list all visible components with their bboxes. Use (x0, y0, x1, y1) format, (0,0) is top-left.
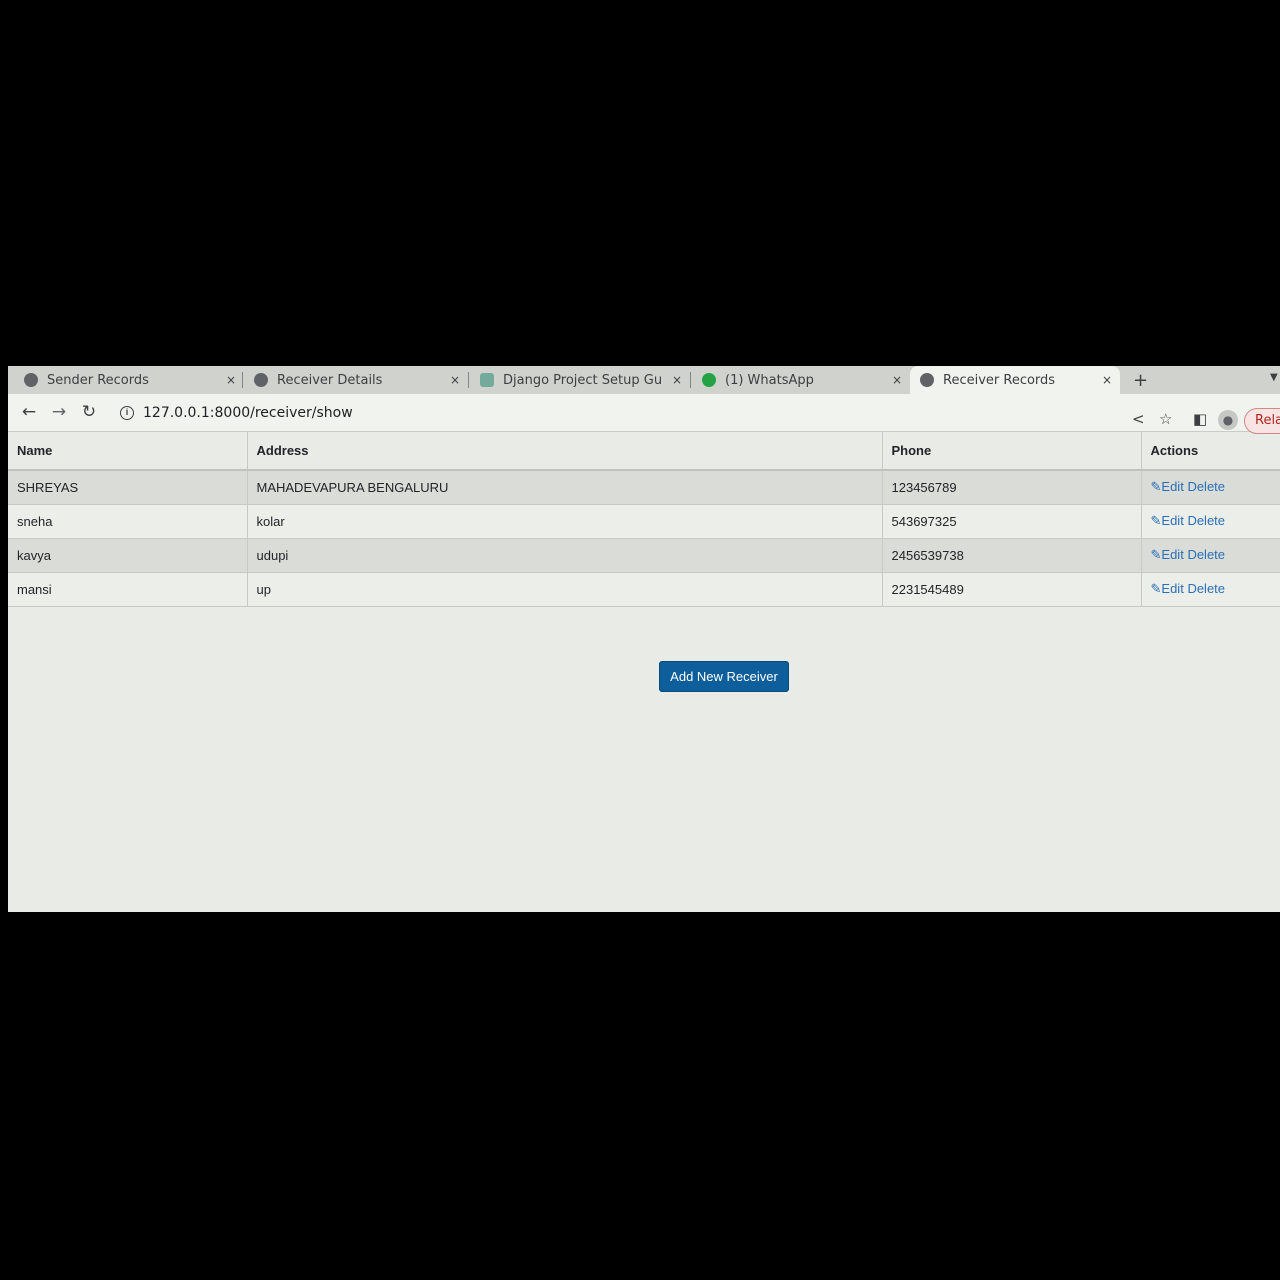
reload-icon[interactable]: ↻ (78, 402, 100, 422)
tab-title: Sender Records (47, 372, 149, 388)
tab-django-project-setup[interactable]: Django Project Setup Gu × (480, 366, 684, 394)
actions-cell: ✎Edit Delete (1140, 470, 1280, 505)
edit-link[interactable]: Edit (1161, 513, 1183, 528)
new-tab-button[interactable]: + (1133, 370, 1148, 391)
globe-icon (920, 373, 934, 387)
globe-icon (24, 373, 38, 387)
close-icon[interactable]: × (224, 373, 238, 387)
star-icon[interactable]: ☆ (1159, 410, 1172, 428)
pencil-icon[interactable]: ✎ (1151, 581, 1162, 596)
edit-link[interactable]: Edit (1161, 581, 1183, 596)
url-text: 127.0.0.1:8000/receiver/show (143, 405, 353, 421)
tab-sender-records[interactable]: Sender Records × (24, 366, 238, 394)
close-icon[interactable]: × (670, 373, 684, 387)
phone-cell: 543697325 (881, 504, 1141, 539)
tab-receiver-details[interactable]: Receiver Details × (254, 366, 462, 394)
tab-separator (468, 372, 469, 388)
delete-link[interactable]: Delete (1187, 581, 1225, 596)
close-icon[interactable]: × (890, 373, 904, 387)
tab-receiver-records[interactable]: Receiver Records × (910, 366, 1120, 394)
tab-separator (242, 372, 243, 388)
pencil-icon[interactable]: ✎ (1151, 513, 1162, 528)
django-icon (480, 373, 494, 387)
tab-title: Receiver Details (277, 372, 383, 388)
side-panel-icon[interactable]: ◧ (1193, 410, 1207, 428)
name-cell: sneha (8, 504, 247, 539)
add-new-receiver-button[interactable]: Add New Receiver (659, 661, 789, 692)
phone-cell: 123456789 (881, 470, 1141, 505)
tab-separator (690, 372, 691, 388)
tab-whatsapp[interactable]: (1) WhatsApp × (702, 366, 904, 394)
column-header-name: Name (8, 432, 247, 471)
edit-link[interactable]: Edit (1161, 479, 1183, 494)
table-header-row: Name Address Phone Actions (8, 432, 1280, 471)
whatsapp-icon (702, 373, 716, 387)
edit-link[interactable]: Edit (1161, 547, 1183, 562)
address-cell: MAHADEVAPURA BENGALURU (246, 470, 882, 505)
column-header-actions: Actions (1140, 432, 1280, 471)
name-cell: SHREYAS (8, 470, 247, 505)
browser-toolbar: ← → ↻ i 127.0.0.1:8000/receiver/show < ☆… (8, 394, 1280, 434)
back-arrow-icon[interactable]: ← (18, 402, 40, 422)
actions-cell: ✎Edit Delete (1140, 572, 1280, 607)
tab-title: Receiver Records (943, 372, 1056, 388)
name-cell: kavya (8, 538, 247, 573)
profile-avatar-icon[interactable]: ● (1218, 410, 1238, 430)
phone-cell: 2231545489 (881, 572, 1141, 607)
delete-link[interactable]: Delete (1187, 547, 1225, 562)
browser-window: Sender Records × Receiver Details × Djan… (8, 366, 1280, 912)
info-icon[interactable]: i (120, 406, 134, 420)
address-cell: kolar (246, 504, 882, 539)
table-row: SHREYAS MAHADEVAPURA BENGALURU 123456789… (8, 470, 1280, 505)
name-cell: mansi (8, 572, 247, 607)
actions-cell: ✎Edit Delete (1140, 504, 1280, 539)
actions-cell: ✎Edit Delete (1140, 538, 1280, 573)
address-cell: udupi (246, 538, 882, 573)
column-header-phone: Phone (881, 432, 1141, 471)
close-icon[interactable]: × (448, 373, 462, 387)
forward-arrow-icon[interactable]: → (48, 402, 70, 422)
pencil-icon[interactable]: ✎ (1151, 479, 1162, 494)
receiver-table: Name Address Phone Actions SHREYAS MAHAD… (8, 432, 1280, 607)
close-icon[interactable]: × (1100, 373, 1114, 387)
globe-icon (254, 373, 268, 387)
chevron-down-icon[interactable]: ▼ (1270, 372, 1278, 383)
tab-strip: Sender Records × Receiver Details × Djan… (8, 366, 1280, 394)
address-cell: up (246, 572, 882, 607)
address-bar[interactable]: i 127.0.0.1:8000/receiver/show (108, 398, 1120, 428)
tab-title: Django Project Setup Gu (503, 372, 663, 388)
table-row: sneha kolar 543697325 ✎Edit Delete (8, 504, 1280, 539)
pencil-icon[interactable]: ✎ (1151, 547, 1162, 562)
column-header-address: Address (246, 432, 882, 471)
delete-link[interactable]: Delete (1187, 479, 1225, 494)
share-icon[interactable]: < (1132, 410, 1145, 428)
page-content: Name Address Phone Actions SHREYAS MAHAD… (8, 432, 1280, 912)
phone-cell: 2456539738 (881, 538, 1141, 573)
delete-link[interactable]: Delete (1187, 513, 1225, 528)
tab-title: (1) WhatsApp (725, 372, 814, 388)
table-row: mansi up 2231545489 ✎Edit Delete (8, 572, 1280, 607)
relaunch-button[interactable]: Relaunch (1244, 408, 1280, 434)
table-row: kavya udupi 2456539738 ✎Edit Delete (8, 538, 1280, 573)
